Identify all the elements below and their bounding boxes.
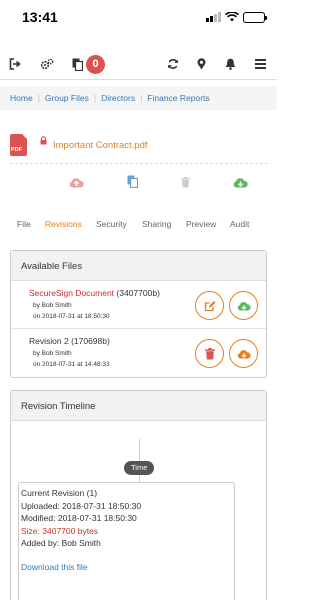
file-revision-row: SecureSign Document (3407700b) by Bob Sm… xyxy=(11,281,266,329)
file-revision-row: Revision 2 (170698b) by Bob Smith on 201… xyxy=(11,329,266,377)
tab-audit[interactable]: Audit xyxy=(230,219,249,229)
revision-timeline-panel: Revision Timeline Time Current Revision … xyxy=(10,390,267,600)
menu-icon[interactable] xyxy=(255,54,266,74)
panel-title: Revision Timeline xyxy=(11,391,266,421)
available-files-panel: Available Files SecureSign Document (340… xyxy=(10,250,267,378)
file-name[interactable]: Important Contract.pdf xyxy=(53,140,148,151)
modified-date: Modified: 2018-07-31 18:50:30 xyxy=(21,513,137,523)
breadcrumb-home[interactable]: Home xyxy=(10,93,33,103)
copy-icon[interactable] xyxy=(127,175,139,193)
download-button[interactable] xyxy=(229,339,258,368)
timeline-time-label: Time xyxy=(124,461,155,475)
download-button[interactable] xyxy=(229,291,258,320)
files-count-badge: 0 xyxy=(86,54,105,74)
files-button[interactable]: 0 xyxy=(72,54,105,74)
pdf-file-icon: PDF xyxy=(10,134,27,156)
breadcrumb-separator: | xyxy=(93,93,97,103)
cloud-upload-icon[interactable] xyxy=(69,175,84,193)
tab-revisions[interactable]: Revisions xyxy=(45,219,82,229)
trash-icon xyxy=(204,347,215,359)
breadcrumb: Home | Group Files | Directors | Finance… xyxy=(0,86,277,110)
tab-security[interactable]: Security xyxy=(96,219,127,229)
pdf-label: PDF xyxy=(11,147,22,153)
edit-icon xyxy=(204,300,215,311)
breadcrumb-finance-reports[interactable]: Finance Reports xyxy=(147,93,209,103)
revision-title: Revision 2 (170698b) xyxy=(29,336,110,346)
revision-author: by Bob Smith xyxy=(33,350,72,357)
revision-author: by Bob Smith xyxy=(33,302,72,309)
wifi-icon xyxy=(225,12,239,22)
cloud-download-icon xyxy=(237,349,251,359)
edit-button[interactable] xyxy=(195,291,224,320)
tab-preview[interactable]: Preview xyxy=(186,219,216,229)
uploaded-date: Uploaded: 2018-07-31 18:50:30 xyxy=(21,500,142,511)
sign-out-icon[interactable] xyxy=(9,54,21,74)
file-tabs: File Revisions Security Sharing Preview … xyxy=(0,219,277,233)
file-header: PDF Important Contract.pdf xyxy=(10,126,268,164)
revision-date: on 2018-07-31 at 14:48:33 xyxy=(33,361,110,368)
tab-file[interactable]: File xyxy=(17,219,31,229)
breadcrumb-group-files[interactable]: Group Files xyxy=(45,93,89,103)
lock-icon xyxy=(40,132,47,150)
breadcrumb-separator: | xyxy=(37,93,40,103)
breadcrumb-directors[interactable]: Directors xyxy=(101,93,135,103)
cogs-icon[interactable] xyxy=(40,54,54,74)
download-link[interactable]: Download this file xyxy=(21,561,234,574)
cloud-download-icon xyxy=(237,301,251,311)
current-revision: Current Revision (1) xyxy=(21,488,98,498)
revision-card: Current Revision (1) Uploaded: 2018-07-3… xyxy=(18,482,235,600)
battery-icon xyxy=(243,11,267,23)
panel-title: Available Files xyxy=(11,251,266,281)
revision-size: (3407700b) xyxy=(116,288,160,298)
revision-name: Revision 2 xyxy=(29,336,69,346)
bell-icon[interactable] xyxy=(225,54,236,74)
added-by: Added by: Bob Smith xyxy=(21,538,101,548)
file-actions xyxy=(0,175,277,193)
tab-sharing[interactable]: Sharing xyxy=(142,219,171,229)
revision-size: (170698b) xyxy=(71,336,110,346)
status-time: 13:41 xyxy=(22,9,58,25)
app-toolbar: 0 xyxy=(0,48,277,80)
revision-title: SecureSign Document (3407700b) xyxy=(29,288,160,298)
breadcrumb-separator: | xyxy=(140,93,143,103)
status-icons xyxy=(206,11,267,23)
refresh-icon[interactable] xyxy=(167,54,179,74)
file-size: Size: 3407700 bytes xyxy=(21,525,99,536)
copy-icon xyxy=(72,58,83,71)
trash-icon[interactable] xyxy=(181,175,190,193)
map-marker-icon[interactable] xyxy=(197,54,206,74)
revision-date: on 2018-07-31 at 18:50:30 xyxy=(33,313,110,320)
status-bar: 13:41 xyxy=(0,0,277,34)
revision-name-link[interactable]: SecureSign Document xyxy=(29,288,114,298)
cloud-download-icon[interactable] xyxy=(233,175,248,193)
signal-icon xyxy=(206,12,221,22)
delete-button[interactable] xyxy=(195,339,224,368)
